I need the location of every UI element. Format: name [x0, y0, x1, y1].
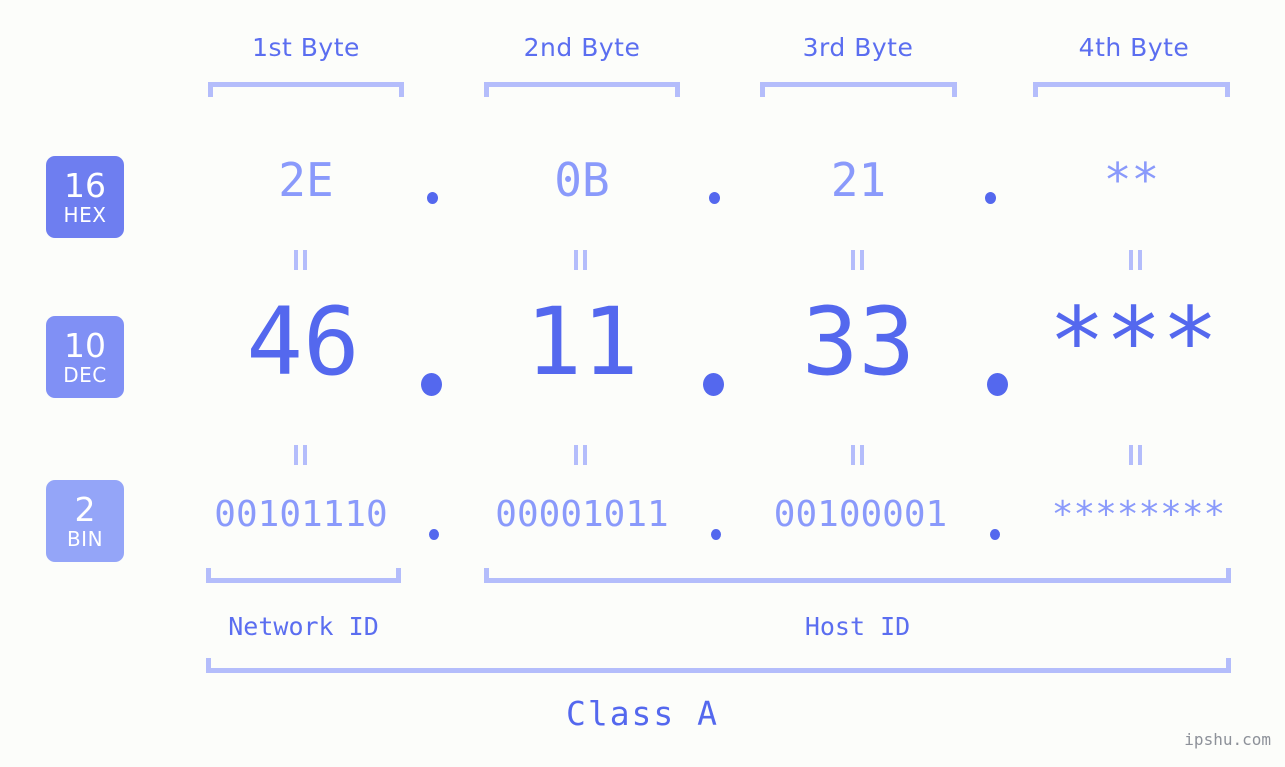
base-badge-hex-name: HEX	[63, 203, 107, 227]
byte-column-label-2: 2nd Byte	[523, 33, 641, 62]
bin-octet-4: ********	[1051, 494, 1226, 535]
base-badge-bin: 2 BIN	[46, 480, 124, 562]
dec-octet-2: 11	[525, 288, 639, 397]
base-badge-dec-name: DEC	[63, 363, 107, 387]
bin-octet-3: 00100001	[773, 494, 948, 535]
hex-octet-1: 2E	[278, 153, 334, 207]
network-id-label: Network ID	[228, 612, 379, 641]
equals-mark-hex-dec-3	[851, 250, 865, 270]
ip-address-breakdown-diagram: 1st Byte 2nd Byte 3rd Byte 4th Byte 16 H…	[0, 0, 1285, 767]
equals-mark-dec-bin-2	[574, 445, 588, 465]
class-label: Class A	[565, 694, 720, 733]
hex-separator-dot-2	[709, 192, 720, 204]
byte-column-label-3: 3rd Byte	[802, 33, 914, 62]
host-id-label: Host ID	[804, 612, 911, 641]
equals-mark-dec-bin-4	[1129, 445, 1143, 465]
byte-bracket-top-4	[1033, 82, 1230, 97]
dec-separator-dot-1	[421, 373, 442, 396]
hex-separator-dot-3	[985, 192, 996, 204]
equals-mark-hex-dec-2	[574, 250, 588, 270]
byte-bracket-top-3	[760, 82, 957, 97]
dec-octet-1: 46	[246, 288, 360, 397]
bin-octet-1: 00101110	[214, 494, 388, 535]
hex-separator-dot-1	[427, 192, 438, 204]
hex-octet-4: **	[1103, 153, 1160, 207]
site-watermark: ipshu.com	[1184, 730, 1271, 749]
dec-octet-3: 33	[801, 288, 916, 397]
base-badge-dec: 10 DEC	[46, 316, 124, 398]
hex-octet-2: 0B	[554, 153, 610, 207]
base-badge-bin-name: BIN	[66, 527, 104, 551]
byte-column-label-4: 4th Byte	[1078, 33, 1190, 62]
base-badge-hex: 16 HEX	[46, 156, 124, 238]
host-id-bracket	[484, 568, 1231, 583]
dec-octet-4: ***	[1048, 288, 1219, 397]
bin-separator-dot-3	[990, 529, 1000, 540]
hex-octet-3: 21	[830, 153, 887, 207]
base-badge-dec-number: 10	[64, 326, 106, 365]
dec-separator-dot-3	[987, 373, 1008, 396]
byte-bracket-top-2	[484, 82, 680, 97]
class-bracket	[206, 658, 1231, 673]
equals-mark-hex-dec-1	[294, 250, 308, 270]
base-badge-bin-number: 2	[74, 490, 96, 529]
byte-bracket-top-1	[208, 82, 404, 97]
bin-separator-dot-1	[429, 529, 439, 540]
byte-column-label-1: 1st Byte	[252, 33, 360, 62]
equals-mark-dec-bin-1	[294, 445, 308, 465]
class-label-container: Class A	[0, 694, 1285, 733]
bin-octet-2: 00001011	[495, 494, 669, 535]
bin-separator-dot-2	[711, 529, 721, 540]
equals-mark-dec-bin-3	[851, 445, 865, 465]
network-id-bracket	[206, 568, 401, 583]
dec-separator-dot-2	[703, 373, 724, 396]
base-badge-hex-number: 16	[64, 166, 106, 205]
equals-mark-hex-dec-4	[1129, 250, 1143, 270]
